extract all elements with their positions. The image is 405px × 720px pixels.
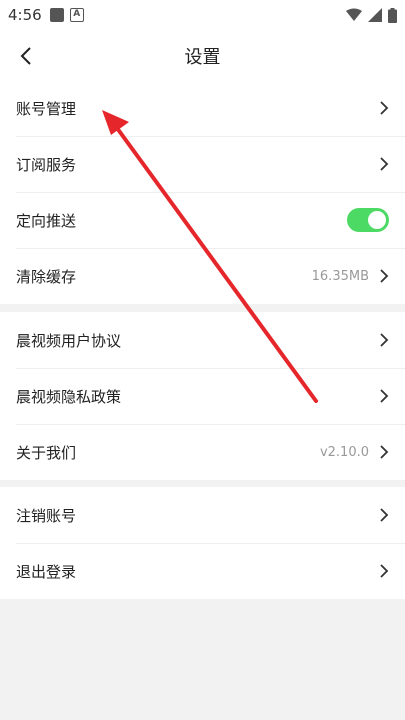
chevron-left-icon [20, 47, 31, 65]
status-bar: 4:56 A [0, 0, 405, 30]
item-label: 清除缓存 [16, 267, 77, 286]
app-header: 设置 [0, 30, 405, 82]
privacy-policy-item[interactable]: 晨视频隐私政策 [0, 368, 405, 424]
settings-section-about: 晨视频用户协议 晨视频隐私政策 关于我们 v2.10.0 [0, 312, 405, 480]
toggle-knob [368, 211, 386, 229]
chevron-right-icon [380, 269, 389, 283]
app-notification-icon [49, 8, 64, 22]
status-time: 4:56 [8, 6, 42, 24]
account-management-item[interactable]: 账号管理 [0, 80, 405, 136]
user-agreement-item[interactable]: 晨视频用户协议 [0, 312, 405, 368]
chevron-right-icon [380, 157, 389, 171]
cache-size-value: 16.35MB [311, 268, 369, 284]
subscription-service-item[interactable]: 订阅服务 [0, 136, 405, 192]
chevron-right-icon [380, 333, 389, 347]
targeted-push-toggle[interactable] [347, 208, 389, 232]
version-value: v2.10.0 [319, 444, 369, 460]
signal-icon [368, 8, 382, 22]
item-label: 晨视频隐私政策 [16, 387, 122, 406]
targeted-push-item: 定向推送 [0, 192, 405, 248]
logout-item[interactable]: 退出登录 [0, 543, 405, 599]
item-label: 定向推送 [16, 211, 77, 230]
item-label: 账号管理 [16, 99, 77, 118]
item-label: 晨视频用户协议 [16, 331, 122, 350]
page-title: 设置 [184, 47, 221, 68]
item-label: 退出登录 [16, 562, 77, 581]
chevron-right-icon [380, 101, 389, 115]
settings-section-session: 注销账号 退出登录 [0, 487, 405, 599]
chevron-right-icon [380, 508, 389, 522]
item-label: 关于我们 [16, 443, 77, 462]
clear-cache-item[interactable]: 清除缓存 16.35MB [0, 248, 405, 304]
chevron-right-icon [380, 389, 389, 403]
delete-account-item[interactable]: 注销账号 [0, 487, 405, 543]
chevron-right-icon [380, 445, 389, 459]
settings-section-account: 账号管理 订阅服务 定向推送 清除缓存 16.35MB [0, 80, 405, 304]
item-label: 注销账号 [16, 506, 77, 525]
item-label: 订阅服务 [16, 155, 77, 174]
about-us-item[interactable]: 关于我们 v2.10.0 [0, 424, 405, 480]
chevron-right-icon [380, 564, 389, 578]
wifi-icon [346, 8, 362, 21]
a-badge-icon: A [69, 8, 84, 22]
battery-icon [388, 7, 397, 23]
back-button[interactable] [10, 40, 42, 72]
